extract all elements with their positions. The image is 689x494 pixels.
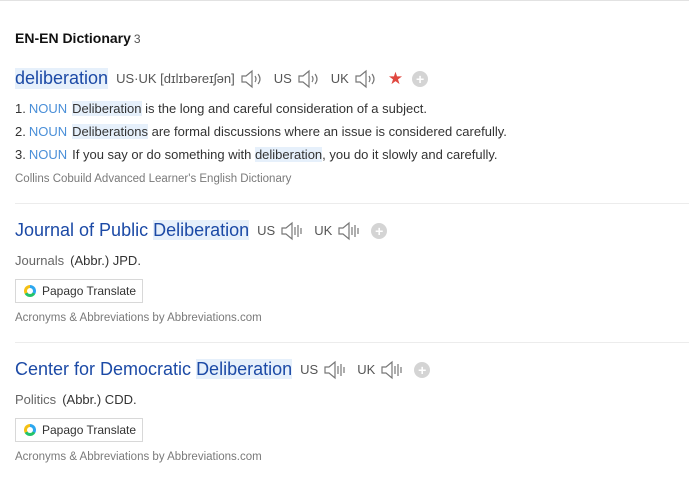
entry-title-highlight: Deliberation — [196, 359, 293, 379]
definition-3: 3. NOUN If you say or do something with de… — [15, 147, 498, 162]
uk-label: UK — [357, 362, 376, 377]
abbreviation-text: (Abbr.) CDD. — [62, 392, 137, 407]
entry-center-headrow: Center for Democratic Deliberation US UK… — [15, 359, 431, 380]
us-label: US — [300, 362, 319, 377]
divider — [15, 203, 689, 204]
us-label: US — [257, 223, 276, 238]
entry-journal-headrow: Journal of Public Deliberation US UK + — [15, 220, 388, 241]
dictionary-title: EN-EN Dictionary — [15, 30, 131, 46]
entry-deliberation-headrow: deliberation US·UK [dɪlɪbəreɪʃən] US UK … — [15, 68, 429, 89]
abbreviations-source[interactable]: Acronyms & Abbreviations by Abbreviation… — [15, 451, 262, 463]
speaker-icon[interactable] — [240, 69, 264, 89]
part-of-speech: NOUN — [28, 101, 68, 116]
uk-label: UK — [314, 223, 333, 238]
definition-text: If you say or do something with — [72, 147, 255, 162]
add-icon[interactable]: + — [414, 361, 431, 378]
result-count: 3 — [133, 32, 141, 46]
definition-text: are formal discussions where an issue is… — [148, 124, 507, 139]
entry-title-text: Center for Democratic — [15, 359, 197, 379]
us-speaker-icon[interactable] — [323, 360, 347, 380]
button-label: Papago Translate — [42, 423, 137, 437]
us-speaker-icon[interactable] — [280, 221, 304, 241]
papago-logo-icon — [24, 424, 36, 436]
abbreviation-line: Journals (Abbr.) JPD. — [15, 253, 141, 268]
pronunciation-label: US·UK [dɪlɪbəreɪʃən] — [116, 71, 235, 86]
divider — [15, 342, 689, 343]
uk-speaker-icon[interactable] — [354, 69, 378, 89]
entry-title-text: Journal of Public — [15, 220, 154, 240]
papago-translate-button[interactable]: Papago Translate — [15, 418, 143, 442]
entry-title-highlight: Deliberation — [153, 220, 250, 240]
part-of-speech: NOUN — [28, 147, 68, 162]
dictionary-header: EN-EN Dictionary 3 — [15, 30, 141, 46]
highlighted-term: Deliberation — [72, 101, 142, 116]
entry-title[interactable]: Center for Democratic Deliberation — [15, 359, 293, 380]
abbreviations-source[interactable]: Acronyms & Abbreviations by Abbreviation… — [15, 312, 262, 324]
highlighted-term: Deliberations — [72, 124, 148, 139]
star-icon[interactable]: ★ — [388, 70, 403, 87]
papago-logo-icon — [24, 285, 36, 297]
uk-speaker-icon[interactable] — [337, 221, 361, 241]
definition-number: 3. — [15, 147, 26, 162]
papago-translate-button[interactable]: Papago Translate — [15, 279, 143, 303]
us-speaker-icon[interactable] — [297, 69, 321, 89]
entry-word[interactable]: deliberation — [15, 68, 109, 89]
us-label: US — [273, 71, 292, 86]
add-icon[interactable]: + — [371, 222, 388, 239]
highlighted-term: deliberation — [254, 147, 323, 162]
definition-text: is the long and careful consideration of… — [141, 101, 427, 116]
part-of-speech: NOUN — [28, 124, 68, 139]
category-label: Politics — [15, 392, 57, 407]
definition-2: 2. NOUN Deliberations are formal discussio… — [15, 124, 507, 139]
dictionary-source[interactable]: Collins Cobuild Advanced Learner's Engli… — [15, 173, 291, 185]
definition-number: 2. — [15, 124, 26, 139]
definition-number: 1. — [15, 101, 26, 116]
abbreviation-text: (Abbr.) JPD. — [70, 253, 141, 268]
uk-label: UK — [330, 71, 349, 86]
category-label: Journals — [15, 253, 65, 268]
uk-speaker-icon[interactable] — [380, 360, 404, 380]
button-label: Papago Translate — [42, 284, 137, 298]
abbreviation-line: Politics (Abbr.) CDD. — [15, 392, 137, 407]
definition-text: , you do it slowly and carefully. — [322, 147, 498, 162]
definition-1: 1. NOUN Deliberation is the long and caref… — [15, 101, 427, 116]
add-icon[interactable]: + — [412, 70, 429, 87]
entry-title[interactable]: Journal of Public Deliberation — [15, 220, 250, 241]
